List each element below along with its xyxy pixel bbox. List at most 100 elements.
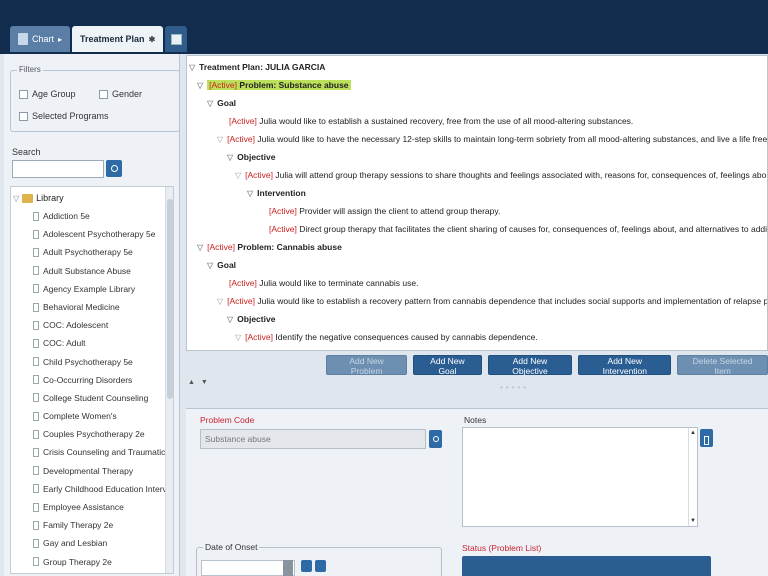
library-item[interactable]: Agency Example Library xyxy=(33,280,173,298)
library-item[interactable]: Early Childhood Education Intervention xyxy=(33,480,173,498)
splitter-handle[interactable]: ••••• xyxy=(500,383,529,392)
collapse-icon[interactable]: ▽ xyxy=(207,261,213,270)
collapse-icon[interactable]: ▽ xyxy=(217,135,223,144)
problem-node[interactable]: ▽ [Active] Problem: Cannabis abuse xyxy=(197,242,342,252)
selected-programs-checkbox[interactable]: Selected Programs xyxy=(19,111,109,121)
library-root[interactable]: ▽ Library xyxy=(13,193,64,203)
collapse-icon[interactable]: ▽ xyxy=(189,63,195,72)
library-item[interactable]: Gay and Lesbian xyxy=(33,534,173,552)
library-item[interactable]: Group Therapy 2e xyxy=(33,553,173,571)
library-item-label: Child Psychotherapy 5e xyxy=(43,356,133,367)
document-icon xyxy=(33,411,39,421)
intervention-group[interactable]: ▽ Intervention xyxy=(247,188,306,198)
collapse-icon[interactable]: ▽ xyxy=(207,99,213,108)
library-item[interactable]: Adolescent Psychotherapy 5e xyxy=(33,225,173,243)
document-icon xyxy=(33,502,39,512)
goal-item[interactable]: [Active] Julia would like to establish a… xyxy=(229,116,633,126)
library-item[interactable]: Co-Occurring Disorders xyxy=(33,371,173,389)
tab-chart-label: Chart xyxy=(32,34,55,44)
notes-field[interactable]: ▲ ▼ xyxy=(462,427,698,527)
tab-chart[interactable]: Chart ▸ xyxy=(10,26,71,52)
tree-scrollbar-thumb[interactable] xyxy=(167,199,173,399)
scroll-up-icon[interactable]: ▲ xyxy=(690,430,696,436)
gender-checkbox[interactable]: Gender xyxy=(99,89,142,99)
collapse-icon[interactable]: ▽ xyxy=(235,333,241,342)
notes-label: Notes xyxy=(464,415,487,425)
problem-code-lookup-button[interactable] xyxy=(429,430,442,448)
problem-code-field[interactable] xyxy=(200,429,426,449)
notes-edit-button[interactable] xyxy=(700,429,713,447)
goal-item[interactable]: ▽ [Active] Julia would like to establish … xyxy=(217,296,767,306)
objective-item[interactable]: ▽ [Active] Identify the negative conseque… xyxy=(235,332,538,342)
goal-item[interactable]: ▽ [Active] Julia would like to have the n… xyxy=(217,134,767,144)
library-item[interactable]: Child Psychotherapy 5e xyxy=(33,353,173,371)
search-button[interactable] xyxy=(106,160,122,177)
intervention-item[interactable]: [Active] Provider will assign the client… xyxy=(269,206,500,216)
new-tab-button[interactable] xyxy=(165,26,188,52)
library-item[interactable]: Complete Women's xyxy=(33,407,173,425)
library-item-label: Gay and Lesbian xyxy=(43,538,108,549)
goal-group[interactable]: ▽ Goal xyxy=(207,260,236,270)
collapse-icon[interactable]: ▽ xyxy=(235,171,241,180)
add-new-problem-button[interactable]: Add New Problem xyxy=(326,355,408,376)
intervention-item[interactable]: [Active] Direct group therapy that facil… xyxy=(269,224,767,234)
plan-header[interactable]: ▽ Treatment Plan: JULIA GARCIA xyxy=(189,62,325,72)
calendar-icon[interactable] xyxy=(301,560,312,572)
age-group-checkbox[interactable]: Age Group xyxy=(19,89,76,99)
gender-label: Gender xyxy=(112,89,143,99)
status-select[interactable] xyxy=(462,556,711,576)
goal-group[interactable]: ▽ Goal xyxy=(207,98,236,108)
title-bar: Chart ▸ Treatment Plan ✱ xyxy=(0,0,768,54)
notes-scrollbar[interactable]: ▲ ▼ xyxy=(688,428,697,526)
add-new-objective-button[interactable]: Add New Objective xyxy=(487,355,573,376)
checkbox-box[interactable] xyxy=(99,89,108,99)
goal-item[interactable]: [Active] Julia would like to terminate c… xyxy=(229,278,418,288)
library-item[interactable]: Behavioral Medicine xyxy=(33,298,173,316)
tab-treatment-plan-label: Treatment Plan xyxy=(80,34,145,44)
collapse-icon[interactable]: ▽ xyxy=(247,189,253,198)
objective-group[interactable]: ▽ Objective xyxy=(227,152,275,162)
objective-group[interactable]: ▽ Objective xyxy=(227,314,275,324)
library-item[interactable]: Crisis Counseling and Traumatic Events 2… xyxy=(33,443,173,461)
library-item-label: Agency Example Library xyxy=(43,283,136,294)
library-item[interactable]: COC: Adult xyxy=(33,334,173,352)
add-new-intervention-button[interactable]: Add New Intervention xyxy=(578,355,672,376)
collapse-icon[interactable]: ▽ xyxy=(197,81,203,90)
checkbox-box[interactable] xyxy=(19,89,28,99)
delete-selected-item-button[interactable]: Delete Selected Item xyxy=(677,355,768,376)
checkbox-box[interactable] xyxy=(19,111,28,121)
tree-scrollbar[interactable] xyxy=(165,187,173,573)
tab-treatment-plan[interactable]: Treatment Plan ✱ xyxy=(72,26,164,52)
splitter-arrows-icon[interactable]: ▲▼ xyxy=(188,379,214,386)
library-item-label: Adult Psychotherapy 5e xyxy=(43,247,133,258)
collapse-icon[interactable]: ▽ xyxy=(197,243,203,252)
document-icon xyxy=(33,520,39,530)
search-input[interactable] xyxy=(12,160,104,178)
scroll-down-icon[interactable]: ▼ xyxy=(690,518,696,524)
library-item[interactable]: Addiction 5e xyxy=(33,207,173,225)
pin-icon[interactable]: ✱ xyxy=(149,35,156,44)
library-item[interactable]: College Student Counseling xyxy=(33,389,173,407)
document-icon xyxy=(33,393,39,403)
collapse-icon[interactable]: ▽ xyxy=(13,194,19,203)
document-icon xyxy=(33,484,39,494)
library-item[interactable]: Couples Psychotherapy 2e xyxy=(33,425,173,443)
date-of-onset-group: Date of Onset xyxy=(196,542,442,576)
add-new-goal-button[interactable]: Add New Goal xyxy=(413,355,482,376)
library-item[interactable]: Employee Assistance xyxy=(33,498,173,516)
library-item[interactable]: Adult Substance Abuse xyxy=(33,262,173,280)
collapse-icon[interactable]: ▽ xyxy=(227,315,233,324)
collapse-icon[interactable]: ▽ xyxy=(217,297,223,306)
library-item[interactable]: Developmental Therapy xyxy=(33,462,173,480)
library-item-label: College Student Counseling xyxy=(43,392,149,403)
problem-node[interactable]: ▽ [Active] Problem: Substance abuse xyxy=(197,80,351,90)
clear-date-icon[interactable] xyxy=(315,560,326,572)
date-of-onset-input[interactable] xyxy=(201,560,295,576)
library-item[interactable]: COC: Adolescent xyxy=(33,316,173,334)
library-item[interactable]: Family Therapy 2e xyxy=(33,516,173,534)
collapse-icon[interactable]: ▽ xyxy=(227,153,233,162)
date-dropdown[interactable] xyxy=(283,560,293,576)
library-item[interactable]: Adult Psychotherapy 5e xyxy=(33,243,173,261)
library-item-label: COC: Adolescent xyxy=(43,320,109,331)
objective-item[interactable]: ▽ [Active] Julia will attend group therap… xyxy=(235,170,767,180)
